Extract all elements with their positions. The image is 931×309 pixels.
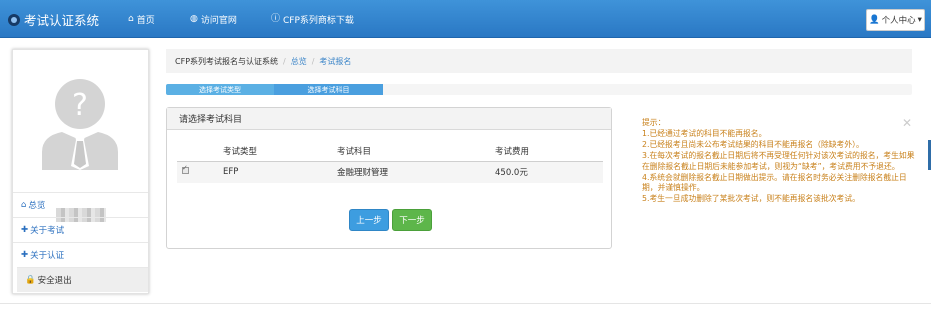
step-select-exam-subject: 选择考试科目 bbox=[274, 84, 383, 95]
plus-icon: ✚ bbox=[21, 250, 29, 260]
nav-trademark-download[interactable]: ⓘ CFP系列商标下载 bbox=[271, 13, 354, 27]
sidebar-item-logout[interactable]: 🔒 安全退出 bbox=[17, 267, 148, 292]
nav-home-label: 首页 bbox=[136, 16, 155, 26]
nav-home[interactable]: ⌂ 首页 bbox=[128, 13, 155, 27]
step-progress: 选择考试类型 选择考试科目 bbox=[166, 84, 912, 95]
sidebar-item-about-certification[interactable]: ✚ 关于认证 bbox=[13, 242, 148, 267]
home-icon: ⌂ bbox=[21, 200, 27, 210]
sidebar-item-label: 关于认证 bbox=[30, 251, 65, 261]
tips-heading: 提示： bbox=[642, 118, 666, 127]
table-cell-subject: 金融理财管理 bbox=[337, 161, 495, 183]
breadcrumb-overview-link[interactable]: 总览 bbox=[291, 56, 307, 67]
sidebar-item-label: 安全退出 bbox=[37, 276, 72, 286]
info-icon: ⓘ bbox=[271, 14, 281, 24]
table-header-row: 考试类型 考试科目 考试费用 bbox=[177, 141, 603, 162]
exam-subject-table: 考试类型 考试科目 考试费用 EFP 金融理财管理 450.0元 bbox=[177, 141, 603, 183]
footer-divider bbox=[0, 303, 931, 304]
table-header-fee: 考试费用 bbox=[495, 141, 603, 162]
tips-line: 5.考生一旦成功删除了某批次考试，则不能再报名该批次考试。 bbox=[642, 194, 860, 204]
tips-box: 提示： 1.已经通过考试的科目不能再报名。 2.已经报考且尚未公布考试结果的科目… bbox=[642, 118, 920, 205]
breadcrumb-root: CFP系列考试报名与认证系统 bbox=[175, 56, 279, 66]
table-header-type: 考试类型 bbox=[223, 141, 337, 162]
lock-icon: 🔒 bbox=[25, 275, 36, 285]
nav-official-site-label: 访问官网 bbox=[200, 16, 237, 26]
table-header-checkbox bbox=[177, 141, 223, 162]
tips-line: 1.已经通过考试的科目不能再报名。 bbox=[642, 128, 767, 138]
sidebar: ? ⌂ 总览 ✚ 关于考试 ✚ 关于认证 🔒 安全退出 bbox=[12, 49, 149, 294]
sidebar-item-label: 总览 bbox=[28, 201, 46, 211]
sidebar-item-overview[interactable]: ⌂ 总览 bbox=[13, 192, 148, 217]
caret-down-icon: ▾ bbox=[917, 15, 922, 25]
plus-icon: ✚ bbox=[21, 225, 29, 235]
breadcrumb-separator: / bbox=[311, 56, 315, 66]
breadcrumb-current: 考试报名 bbox=[319, 56, 352, 66]
tips-line: 4.系统会就删除报名截止日期做出提示。请在报名时务必关注删除报名截止日期，并谨慎… bbox=[642, 172, 907, 193]
logo-icon bbox=[8, 13, 20, 26]
user-center-dropdown[interactable]: 👤 个人中心 ▾ bbox=[866, 9, 925, 31]
table-header-subject: 考试科目 bbox=[337, 141, 495, 162]
sidebar-item-label: 关于考试 bbox=[30, 226, 65, 236]
close-icon[interactable]: ✕ bbox=[902, 116, 912, 130]
user-center-label: 个人中心 bbox=[881, 16, 916, 26]
panel-title: 请选择考试科目 bbox=[167, 108, 611, 130]
previous-step-button[interactable]: 上一步 bbox=[349, 209, 389, 231]
tips-line: 3.在每次考试的报名截止日期后将不再受理任何针对该次考试的报名，考生如果在删除报… bbox=[642, 150, 915, 171]
row-checkbox[interactable] bbox=[182, 164, 189, 175]
table-cell-type: EFP bbox=[223, 161, 337, 183]
table-row[interactable]: EFP 金融理财管理 450.0元 bbox=[177, 161, 603, 183]
breadcrumb-separator: / bbox=[283, 56, 286, 66]
next-step-button[interactable]: 下一步 bbox=[392, 209, 432, 231]
exam-subject-panel: 请选择考试科目 考试类型 考试科目 考试费用 EFP 金融理财管理 450.0元 bbox=[166, 107, 612, 249]
user-icon: 👤 bbox=[869, 15, 880, 25]
nav-trademark-download-label: CFP系列商标下载 bbox=[283, 16, 354, 26]
brand[interactable]: 考试认证系统 bbox=[8, 10, 99, 29]
nav-official-site[interactable]: ◍ 访问官网 bbox=[190, 13, 237, 27]
globe-icon: ◍ bbox=[190, 14, 198, 24]
table-cell-checkbox[interactable] bbox=[177, 161, 223, 183]
avatar: ? bbox=[40, 70, 120, 170]
step-select-exam-type: 选择考试类型 bbox=[166, 84, 274, 95]
table-cell-fee: 450.0元 bbox=[495, 161, 603, 183]
sidebar-item-about-exam[interactable]: ✚ 关于考试 bbox=[13, 217, 148, 242]
brand-title: 考试认证系统 bbox=[24, 13, 100, 28]
tips-line: 2.已经报考且尚未公布考试结果的科目不能再报名（除缺考外）。 bbox=[642, 139, 864, 149]
home-icon: ⌂ bbox=[128, 14, 134, 24]
svg-text:?: ? bbox=[72, 88, 88, 123]
breadcrumb: CFP系列考试报名与认证系统 / 总览 / 考试报名 bbox=[166, 49, 912, 73]
top-navbar: 考试认证系统 ⌂ 首页 ◍ 访问官网 ⓘ CFP系列商标下载 👤 个人中心 ▾ bbox=[0, 0, 931, 38]
